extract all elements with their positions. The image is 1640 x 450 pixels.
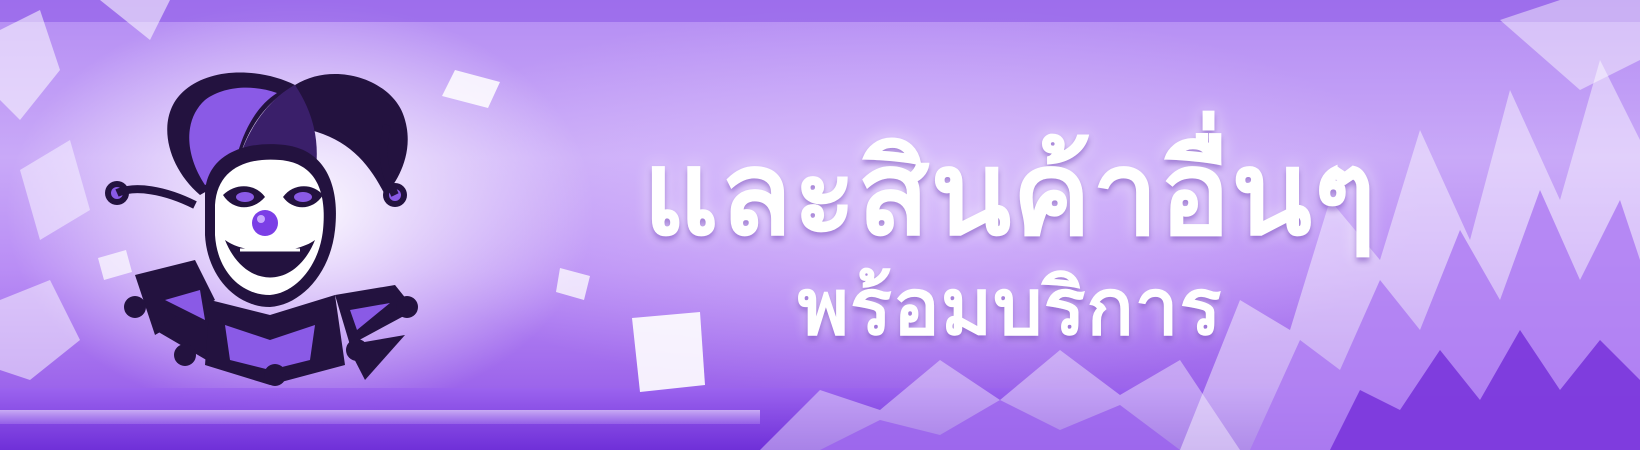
headline-line-2: พร้อมบริการ (797, 263, 1223, 353)
headline-line-1: และสินค้าอื่นๆ (642, 124, 1378, 262)
promo-banner: และสินค้าอื่นๆ พร้อมบริการ (0, 0, 1640, 450)
promo-headline: และสินค้าอื่นๆ พร้อมบริการ (560, 118, 1460, 356)
jester-mascot-icon (105, 72, 418, 386)
